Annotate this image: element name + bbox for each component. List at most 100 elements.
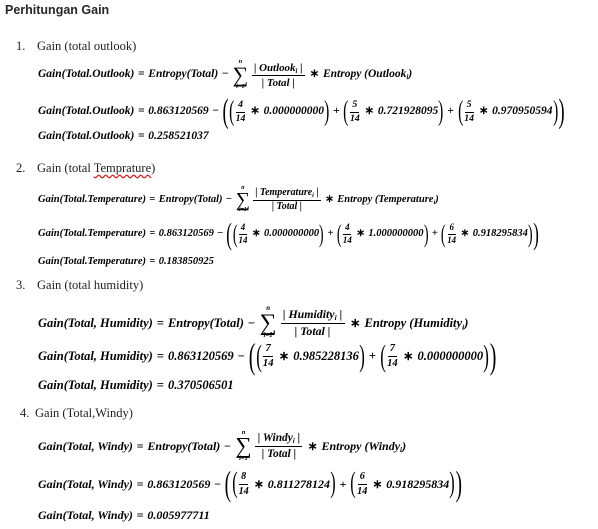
term-entropy-value: 0.918295834 [386,476,450,491]
entropy-attribute: Entropy (Humidityi) [364,316,468,331]
section-heading-humidity: 3. Gain (total humidity) [16,276,143,294]
times-sign: ∗ [350,315,361,330]
minus-sign: − [224,438,231,453]
outer-close-paren: ) [532,216,539,251]
times-sign: ∗ [309,68,320,81]
term-open-paren: ( [229,95,235,127]
times-sign: ∗ [307,438,318,453]
gain-windy-result: Gain(Total, Windy) = 0.005977711 [38,502,210,528]
summation: n ∑ i=1 [259,305,277,340]
entropy-total-value: 0.863120569 [167,348,234,363]
entropy-total: Entropy(Total) [148,68,219,81]
gain-humidity-result: Gain(Total, Humidity) = 0.370506501 [38,372,234,398]
fraction-numerator: 5 [464,99,474,113]
fraction-denominator: 14 [357,485,368,497]
equals-sign: = [136,507,144,522]
summation: n ∑ i=1 [235,429,251,463]
fraction-numerator: 8 [239,471,249,485]
numerator-close: | [313,186,319,198]
plus-sign: + [447,105,454,118]
equals-sign: = [149,193,156,205]
times-sign: ∗ [325,193,334,205]
heading-text-start: Gain (total [37,160,94,175]
list-number: 2. [16,160,26,175]
term-close-paren: ) [359,338,365,373]
minus-sign: − [221,68,229,81]
summation: n ∑ i=1 [232,59,249,91]
term-close-paren: ) [483,338,489,373]
outer-open-paren: ( [226,216,233,251]
summation: n ∑ i=1 [235,185,250,215]
term-open-paren: ( [336,219,342,249]
equals-sign: = [156,315,164,330]
ratio-fraction: | Humidityi | | Total | [280,307,345,337]
times-sign: ∗ [478,105,489,118]
equals-sign: = [149,255,156,267]
fraction-denominator: 14 [342,234,352,245]
plus-sign: + [339,476,347,491]
plus-sign: + [368,348,376,363]
fraction-numerator: 4 [236,99,245,113]
term-entropy-value: 0.000000000 [264,227,320,239]
outer-close-paren: ) [489,335,496,376]
term-open-paren: ( [255,338,262,373]
entropy-attribute: Entropy (Windyi) [321,439,406,453]
ratio-fraction: | Temperaturei | | Total | [253,186,321,213]
formula-lhs: Gain(Total, Windy) [38,438,133,453]
fraction-numerator: 7 [263,343,273,357]
ratio-fraction: | Windyi | | Total | [255,432,303,460]
entropy-attribute-close: ) [402,438,407,453]
list-number: 4. [20,405,30,420]
term-entropy-value: 0.000000000 [263,105,324,118]
term-open-paren: ( [457,95,463,127]
formula-lhs: Gain(Total, Humidity) [38,348,153,363]
fraction-denominator: 14 [238,234,248,245]
heading-text: Gain (total humidity) [37,277,144,292]
term-entropy-value: 0.985228136 [293,348,359,363]
sigma-symbol: ∑ [259,309,277,336]
equals-sign: = [138,105,145,118]
fraction-numerator: 7 [387,343,398,357]
entropy-total: Entropy(Total) [167,315,244,330]
section-heading-temperature: 2. Gain (total Temprature) [16,159,155,177]
fraction-numerator: 5 [350,99,360,113]
fraction-denominator: 14 [464,112,474,124]
formula-lhs: Gain(Total.Outlook) [38,130,135,143]
times-sign: ∗ [278,348,290,363]
times-sign: ∗ [253,476,264,491]
equals-sign: = [149,227,156,239]
fraction-denominator: 14 [238,485,249,497]
list-number: 1. [16,38,26,53]
formula-lhs: Gain(Total.Outlook) [38,105,135,118]
weight-fraction: 4 14 [342,222,352,246]
formula-lhs: Gain(Total, Humidity) [38,315,153,330]
heading-text-end: ) [151,160,156,175]
sigma-symbol: ∑ [235,188,250,211]
gain-result-value: 0.005977711 [147,507,210,522]
weight-fraction: 4 14 [236,99,246,125]
gain-outlook-definition: Gain(Total.Outlook) = Entropy(Total) − n… [38,53,412,97]
sigma-symbol: ∑ [232,62,249,87]
term-entropy-value: 0.000000000 [417,348,484,363]
plus-sign: + [333,105,340,118]
fraction-numerator: 4 [238,222,247,235]
gain-result-value: 0.370506501 [167,377,234,392]
term-close-paren: ) [527,219,533,249]
gain-temperature-computation: Gain(Total.Temperature) = 0.863120569 − … [38,214,539,254]
times-sign: ∗ [251,227,261,239]
term-close-paren: ) [319,219,324,249]
term-open-paren: ( [232,219,238,249]
ratio-numerator: | Windyi | [255,432,303,447]
numerator-close: | [336,307,343,322]
term-entropy-value: 0.970950594 [492,105,553,118]
term-close-paren: ) [552,95,558,127]
outer-open-paren: ( [248,335,256,376]
weight-fraction: 8 14 [239,471,249,496]
entropy-total: Entropy(Total) [147,438,221,453]
equals-sign: = [136,438,144,453]
fraction-denominator: 14 [387,357,398,369]
term-close-paren: ) [438,95,444,127]
fraction-denominator: 14 [349,112,360,124]
formula-lhs: Gain(Total, Windy) [38,507,133,522]
fraction-denominator: 14 [262,357,274,369]
